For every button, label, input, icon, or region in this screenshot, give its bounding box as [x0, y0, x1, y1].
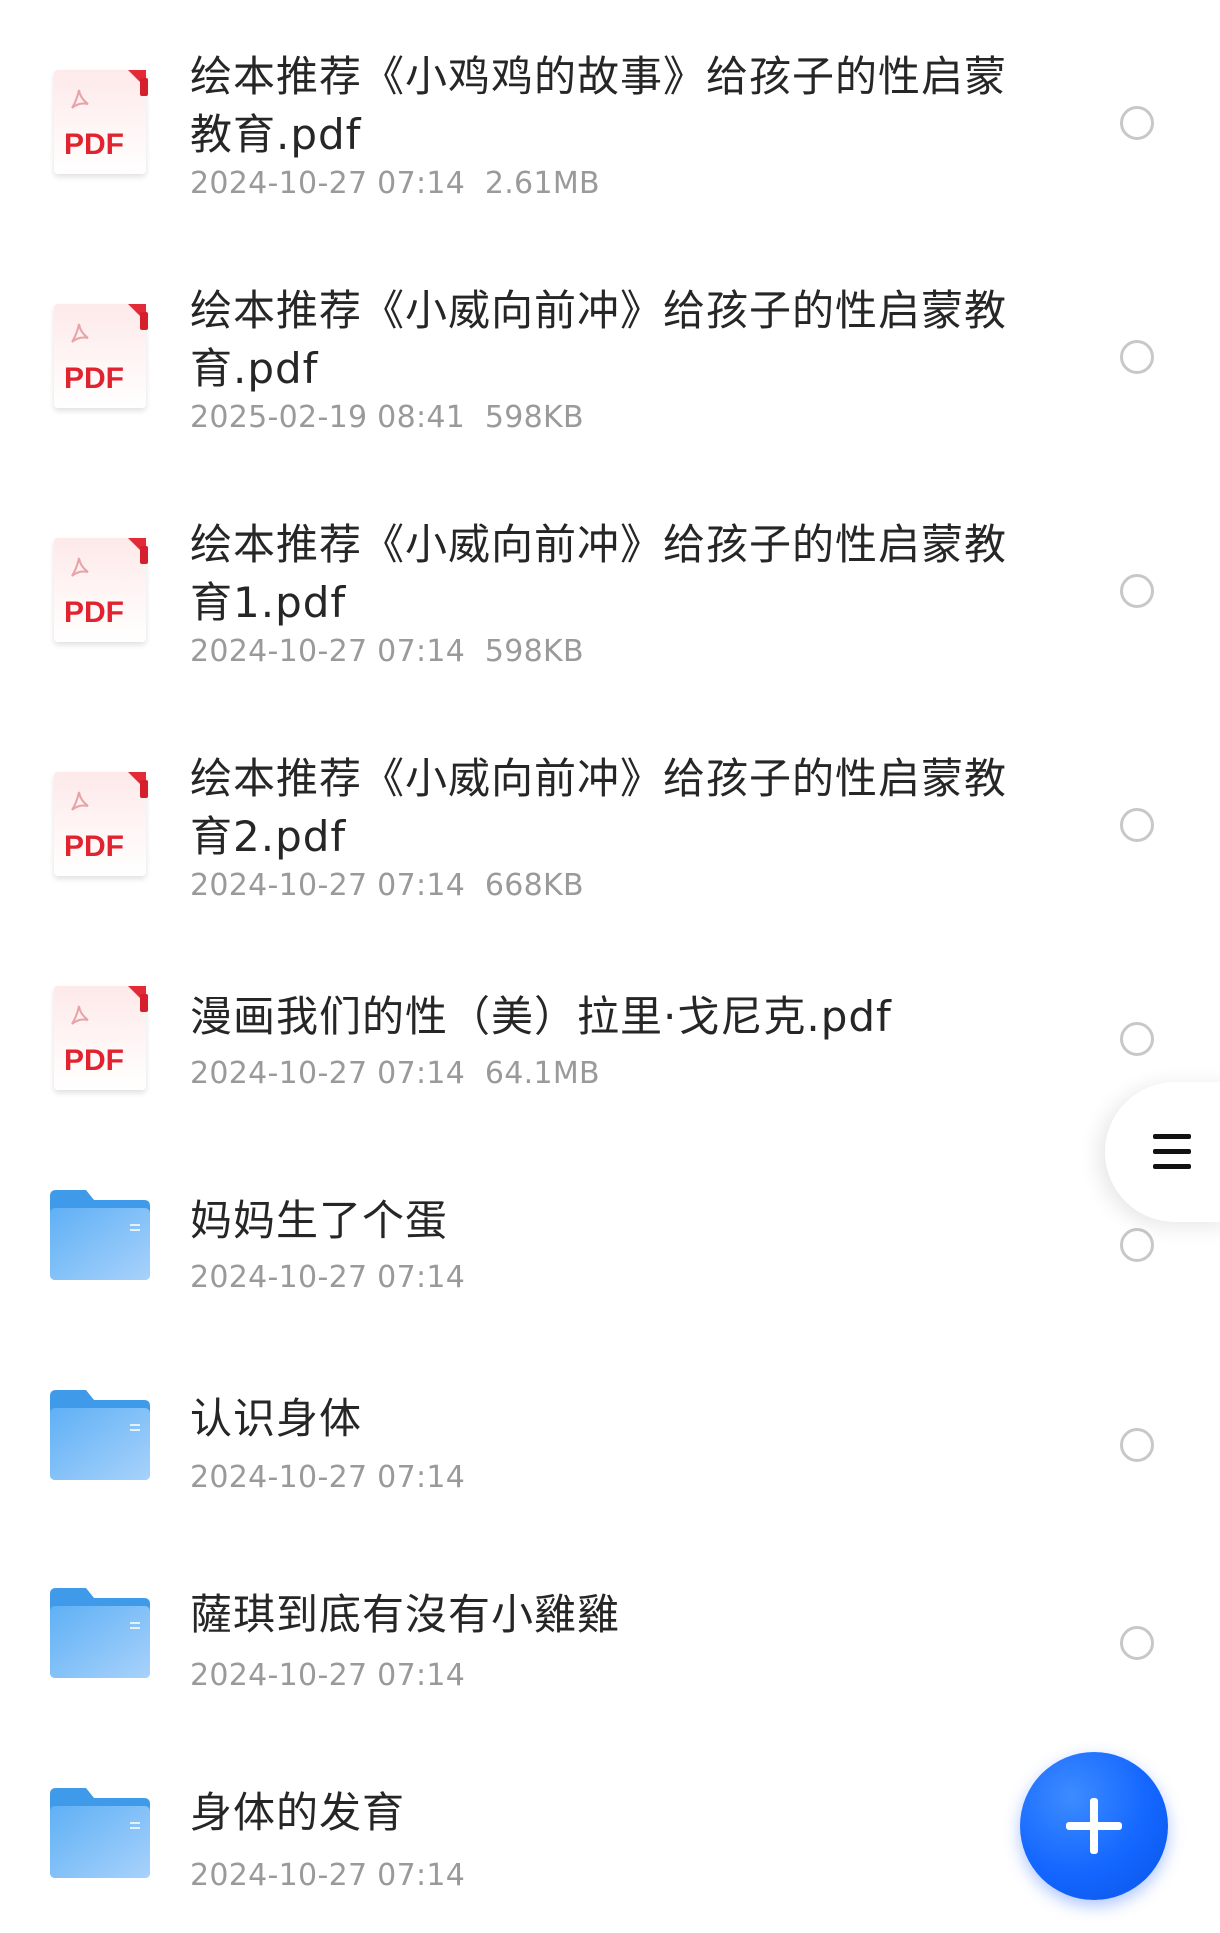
- pdf-file-icon: PDF: [50, 982, 150, 1092]
- file-date: 2024-10-27 07:14: [190, 634, 466, 669]
- folder-icon: [50, 1390, 150, 1480]
- file-size: 2.61MB: [484, 166, 600, 201]
- pdf-file-icon: PDF: [50, 534, 150, 644]
- pdf-file-icon: PDF: [50, 300, 150, 410]
- list-item[interactable]: 认识身体 2024-10-27 07:14: [0, 1330, 1220, 1526]
- plus-icon: [1066, 1798, 1122, 1854]
- file-meta: 2024-10-27 07:14 2.61MB: [190, 166, 600, 201]
- list-item[interactable]: PDF 绘本推荐《小威向前冲》给孩子的性启蒙教 育2.pdf 2024-10-2…: [0, 702, 1220, 932]
- select-radio[interactable]: [1120, 1228, 1154, 1262]
- folder-icon: [50, 1788, 150, 1878]
- file-size: 598KB: [484, 400, 584, 435]
- list-item[interactable]: PDF 漫画我们的性（美）拉里·戈尼克.pdf 2024-10-27 07:14…: [0, 936, 1220, 1126]
- list-item[interactable]: PDF 绘本推荐《小威向前冲》给孩子的性启蒙教 育1.pdf 2024-10-2…: [0, 468, 1220, 698]
- folder-name: 妈妈生了个蛋: [190, 1196, 449, 1245]
- file-name: 绘本推荐《小鸡鸡的故事》给孩子的性启蒙 教育.pdf: [190, 48, 1020, 164]
- list-item[interactable]: PDF 绘本推荐《小鸡鸡的故事》给孩子的性启蒙 教育.pdf 2024-10-2…: [0, 0, 1220, 230]
- pdf-label: PDF: [64, 1044, 124, 1077]
- pdf-file-icon: PDF: [50, 768, 150, 878]
- file-date: 2024-10-27 07:14: [190, 868, 466, 903]
- file-name-line2: 育1.pdf: [190, 578, 347, 627]
- file-meta: 2024-10-27 07:14 598KB: [190, 634, 584, 669]
- pdf-label: PDF: [64, 830, 124, 863]
- file-list: PDF 绘本推荐《小鸡鸡的故事》给孩子的性启蒙 教育.pdf 2024-10-2…: [0, 0, 1220, 1933]
- list-item[interactable]: 薩琪到底有沒有小雞雞 2024-10-27 07:14: [0, 1530, 1220, 1726]
- file-date: 2024-10-27 07:14: [190, 1260, 466, 1295]
- file-name-line1: 绘本推荐《小威向前冲》给孩子的性启蒙教: [190, 286, 1008, 335]
- file-meta: 2024-10-27 07:14 64.1MB: [190, 1056, 600, 1091]
- list-item[interactable]: 妈妈生了个蛋 2024-10-27 07:14: [0, 1130, 1220, 1326]
- add-button[interactable]: [1020, 1752, 1168, 1900]
- file-name-line1: 绘本推荐《小鸡鸡的故事》给孩子的性启蒙: [190, 52, 1008, 101]
- file-date: 2024-10-27 07:14: [190, 1460, 466, 1495]
- select-radio[interactable]: [1120, 106, 1154, 140]
- file-name-line2: 教育.pdf: [190, 110, 362, 159]
- folder-name: 认识身体: [190, 1394, 363, 1443]
- folder-icon: [50, 1190, 150, 1280]
- pdf-label: PDF: [64, 128, 124, 161]
- select-radio[interactable]: [1120, 1626, 1154, 1660]
- file-date: 2025-02-19 08:41: [190, 400, 466, 435]
- select-radio[interactable]: [1120, 1428, 1154, 1462]
- file-name: 绘本推荐《小威向前冲》给孩子的性启蒙教 育.pdf: [190, 282, 1020, 398]
- folder-name: 身体的发育: [190, 1788, 406, 1837]
- list-item[interactable]: PDF 绘本推荐《小威向前冲》给孩子的性启蒙教 育.pdf 2025-02-19…: [0, 234, 1220, 464]
- pdf-label: PDF: [64, 362, 124, 395]
- pdf-label: PDF: [64, 596, 124, 629]
- file-name-line1: 漫画我们的性（美）拉里·戈尼克.pdf: [190, 992, 892, 1041]
- file-date: 2024-10-27 07:14: [190, 1056, 466, 1091]
- file-name-line1: 绘本推荐《小威向前冲》给孩子的性启蒙教: [190, 754, 1008, 803]
- file-name-line1: 绘本推荐《小威向前冲》给孩子的性启蒙教: [190, 520, 1008, 569]
- file-name: 绘本推荐《小威向前冲》给孩子的性启蒙教 育2.pdf: [190, 750, 1020, 866]
- file-date: 2024-10-27 07:14: [190, 1658, 466, 1693]
- menu-icon[interactable]: [1153, 1134, 1191, 1170]
- file-meta: 2025-02-19 08:41 598KB: [190, 400, 584, 435]
- folder-name: 薩琪到底有沒有小雞雞: [190, 1590, 621, 1639]
- file-size: 598KB: [484, 634, 584, 669]
- file-size: 668KB: [484, 868, 584, 903]
- file-name: 绘本推荐《小威向前冲》给孩子的性启蒙教 育1.pdf: [190, 516, 1020, 632]
- file-meta: 2024-10-27 07:14 668KB: [190, 868, 584, 903]
- select-radio[interactable]: [1120, 808, 1154, 842]
- file-date: 2024-10-27 07:14: [190, 1858, 466, 1893]
- file-date: 2024-10-27 07:14: [190, 166, 466, 201]
- select-radio[interactable]: [1120, 340, 1154, 374]
- select-radio[interactable]: [1120, 574, 1154, 608]
- file-name-line2: 育2.pdf: [190, 812, 347, 861]
- pdf-file-icon: PDF: [50, 66, 150, 176]
- select-radio[interactable]: [1120, 1022, 1154, 1056]
- file-name-line2: 育.pdf: [190, 344, 319, 393]
- file-size: 64.1MB: [484, 1056, 600, 1091]
- file-name: 漫画我们的性（美）拉里·戈尼克.pdf: [190, 988, 1020, 1046]
- folder-icon: [50, 1588, 150, 1678]
